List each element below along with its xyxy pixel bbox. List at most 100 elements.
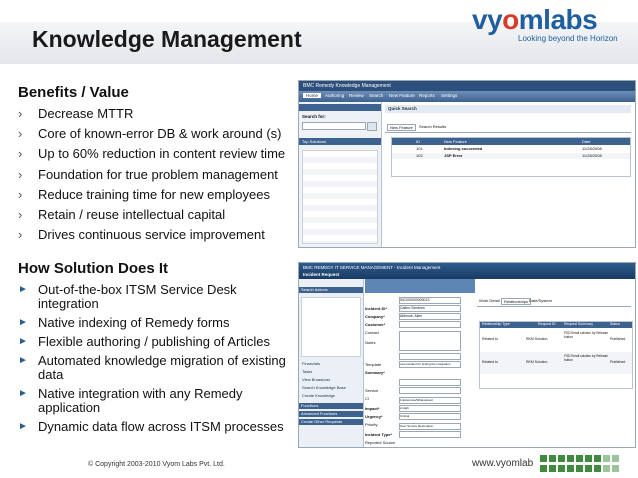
tab-reports[interactable]: Reports [419, 93, 435, 98]
itsm-app-title: BMC REMEDY IT SERVICE MANAGEMENT - Incid… [303, 265, 441, 270]
col-date: Date [582, 139, 591, 144]
col-new-feature: New Feature [444, 139, 467, 144]
list-item: › Foundation for true problem management [18, 166, 278, 182]
top-solutions-list[interactable] [302, 150, 378, 244]
company-field[interactable]: Calbro Services [399, 305, 461, 312]
chevron-icon: › [18, 227, 23, 243]
form-field: Notes [365, 331, 461, 351]
list-item: ► Flexible authoring / publishing of Arti… [18, 334, 270, 349]
list-item: › Up to 60% reduction in content review t… [18, 146, 286, 162]
form-field: Summary* new incident for testing the int… [365, 361, 461, 379]
tab-settings[interactable]: Settings [441, 93, 457, 98]
reported-source-field[interactable] [399, 431, 461, 438]
list-item: ► Out-of-the-box ITSM Service Desk integr… [18, 282, 237, 311]
table-row[interactable]: Related to RKM Solution FSD Email soluti… [480, 352, 632, 374]
itsm-subtitle: Incident Request [303, 272, 340, 277]
list-item: › Retain / reuse intellectual capital [18, 206, 226, 222]
list-item: ► Native integration with any Remedy appl… [18, 386, 243, 415]
rkm-sub-tabs: New Feature Search Results [385, 123, 631, 133]
tab-new-feature[interactable]: New Feature [389, 93, 415, 98]
incident-id-field[interactable]: INC000000000013 [399, 297, 461, 304]
quick-search-label: Quick Search [388, 106, 417, 111]
nav-functions[interactable]: Functions [301, 403, 318, 408]
vyomlabs-logo: vyomlabs Looking beyond the Horizon [472, 6, 632, 46]
priority-field[interactable]: Critical [399, 413, 461, 420]
summary-field[interactable]: new incident for testing the integration [399, 361, 461, 368]
rkm-results-table: ID New Feature Date 101 Indexing succeed… [391, 137, 631, 177]
benefits-heading: Benefits / Value [18, 84, 129, 101]
list-item: ► Automated knowledge migration of existi… [18, 353, 286, 382]
search-for-label: Search for: [302, 114, 326, 119]
rkm-left-panel: Search for: Top Solutions [299, 102, 382, 247]
urgency-field[interactable]: 2-High [399, 405, 461, 412]
nav-financials[interactable]: Financials [302, 361, 320, 366]
relationships-tabs: Work Detail Relationships Date/System [477, 297, 631, 307]
benefits-list: › Decrease MTTR › Core of known-error DB &… [18, 107, 285, 242]
table-row[interactable]: Related to RKM Solution FSD Email soluti… [480, 329, 632, 351]
solution-list: ► Out-of-the-box ITSM Service Desk integr… [18, 283, 293, 434]
customer-field[interactable]: Allbrook, Allen [399, 313, 461, 320]
table-row[interactable]: 102 JSP Error 11/28/2008 [392, 153, 630, 159]
logo-tagline: Looking beyond the Horizon [518, 34, 618, 43]
nav-create-knowledge[interactable]: Create Knowledge [302, 393, 335, 398]
ci-field[interactable] [399, 387, 461, 394]
tab-review[interactable]: Review [349, 93, 364, 98]
form-field: Reported Source [365, 431, 461, 447]
rkm-tab-bar: Home Authoring Review Search New Feature… [299, 91, 635, 102]
arrow-bullet-icon: ► [18, 284, 28, 295]
tab-new-feature-sub[interactable]: New Feature [387, 124, 416, 131]
tab-date-system[interactable]: Date/System [529, 298, 552, 303]
list-item: › Reduce training time for new employees [18, 186, 270, 202]
relationships-table: Relationship Type Request ID Request Sum… [479, 321, 633, 389]
itsm-progress-bar [365, 279, 475, 293]
rkm-screenshot: BMC Remedy Knowledge Management Home Aut… [298, 80, 636, 248]
template-field[interactable] [399, 353, 461, 360]
list-item: › Decrease MTTR [18, 106, 134, 121]
list-item: ► Native indexing of Remedy forms [18, 315, 230, 330]
search-button[interactable] [367, 122, 377, 131]
tab-search[interactable]: Search [369, 93, 383, 98]
list-item: ► Dynamic data flow across ITSM processes [18, 419, 284, 434]
chevron-icon: › [18, 186, 23, 202]
incident-type-field[interactable]: User Service Restoration [399, 423, 461, 430]
copyright: © Copyright 2003-2010 Vyom Labs Pvt. Ltd… [88, 461, 225, 468]
decorative-squares [540, 455, 619, 472]
nav-search-knowledge-base[interactable]: Search Knowledge Base [302, 385, 346, 390]
nav-view-broadcast[interactable]: View Broadcast [302, 377, 330, 382]
chevron-icon: › [18, 106, 23, 121]
arrow-bullet-icon: ► [18, 355, 28, 366]
slide-title: Knowledge Management [32, 26, 302, 52]
impact-field[interactable]: 1-Extensive/Widespread [399, 397, 461, 404]
tab-relationships[interactable]: Relationships [501, 298, 532, 305]
arrow-bullet-icon: ► [18, 388, 28, 399]
tab-search-results[interactable]: Search Results [417, 124, 448, 129]
list-item: › Core of known-error DB & work around (s… [18, 126, 282, 142]
top-solutions-label: Top Solutions [302, 139, 327, 144]
chevron-icon: › [18, 146, 23, 162]
nav-create-other-requests[interactable]: Create Other Requests [301, 419, 342, 424]
contact-field[interactable] [399, 321, 461, 328]
search-actions-list[interactable] [301, 297, 361, 357]
service-field[interactable] [399, 379, 461, 386]
list-item: › Drives continuous service improvement [18, 227, 265, 243]
chevron-icon: › [18, 126, 23, 142]
itsm-screenshot: BMC REMEDY IT SERVICE MANAGEMENT - Incid… [298, 262, 636, 448]
tab-home[interactable]: Home [303, 93, 322, 98]
chevron-icon: › [18, 206, 23, 222]
nav-advanced-functions[interactable]: Advanced Functions [301, 411, 337, 416]
rkm-app-title: BMC Remedy Knowledge Management [303, 83, 391, 89]
arrow-bullet-icon: ► [18, 336, 28, 347]
solution-heading: How Solution Does It [18, 260, 168, 277]
chevron-icon: › [18, 166, 23, 182]
arrow-bullet-icon: ► [18, 421, 28, 432]
tab-work-detail[interactable]: Work Detail [479, 298, 500, 303]
search-input[interactable] [302, 122, 366, 130]
logo-wordmark: vyomlabs [472, 4, 598, 35]
notes-field[interactable] [399, 331, 461, 351]
tab-authoring[interactable]: Authoring [325, 93, 344, 98]
table-row[interactable]: 101 Indexing succeeded 11/28/2008 [392, 146, 630, 152]
arrow-bullet-icon: ► [18, 317, 28, 328]
nav-tasks[interactable]: Tasks [302, 369, 312, 374]
col-id: ID [416, 139, 420, 144]
incident-form: Incident ID* INC000000000013 Company* Calb… [365, 297, 469, 445]
